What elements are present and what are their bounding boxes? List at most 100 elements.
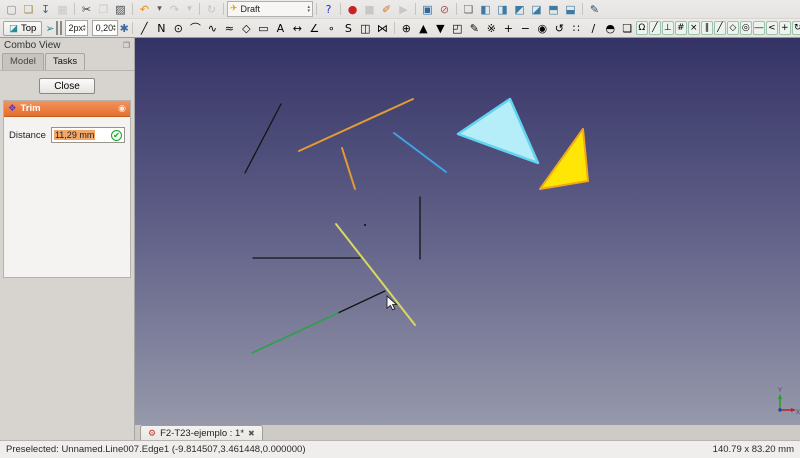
panel-float-icon[interactable]: ❐ [123,41,130,50]
yellow-line-long[interactable] [336,224,415,325]
line-color-swatch[interactable] [56,21,58,35]
snap-dimensions-button[interactable]: ― [753,21,765,35]
view-axonometric-button[interactable]: ◧ [477,2,494,17]
yellow-triangle[interactable] [540,129,588,189]
draft-mirror-button[interactable]: ⋈ [374,21,391,36]
refresh-button[interactable]: ↻ [203,2,220,17]
cyan-triangle[interactable] [458,99,538,163]
construction-mode-button[interactable]: ✱ [120,21,129,36]
snap-endpoint-button[interactable]: ╱ [649,21,661,35]
tab-model[interactable]: Model [2,53,44,70]
snap-parallel-button[interactable]: ∥ [701,21,713,35]
view-top-button[interactable]: ◩ [511,2,528,17]
snap-grid-button[interactable]: # [675,21,687,35]
draft-shapestring-button[interactable]: S [340,21,357,36]
view-right-button[interactable]: ◪ [528,2,545,17]
draft-shape-2d-view-button[interactable]: ◉ [534,21,551,36]
green-line[interactable] [252,313,338,353]
undo-button[interactable]: ↶ [136,2,153,17]
draft-point-button[interactable]: ∘ [323,21,340,36]
distance-input[interactable]: 11,29 mm ✔ [51,127,125,143]
draft-circle-button[interactable]: ⊙ [170,21,187,36]
working-plane-button[interactable]: ◪ Top [3,21,42,36]
snap-angle-button[interactable]: < [766,21,778,35]
macro-stop-button[interactable]: ■ [361,2,378,17]
paste-button[interactable]: ▨ [112,2,129,17]
text-scale-spinner[interactable]: 0,20 ▴▾ [92,20,118,36]
draft-clone-button[interactable]: ❏ [619,21,636,36]
blue-line[interactable] [394,133,446,172]
macro-record-button[interactable]: ● [344,2,361,17]
cut-button[interactable]: ✂ [78,2,95,17]
orange-line-short[interactable] [342,148,355,189]
draft-downgrade-button[interactable]: ▼ [432,21,449,36]
snap-intersection-button[interactable]: × [688,21,700,35]
draft-bspline-button[interactable]: ∿ [204,21,221,36]
snap-lock-button[interactable]: Ω [636,21,648,35]
view-bottom-button[interactable]: ⬓ [562,2,579,17]
undo-dropdown-button[interactable]: ▾ [153,2,166,17]
point-object[interactable] [364,224,366,226]
measure-distance-button[interactable]: ✎ [586,2,603,17]
draft-polygon-button[interactable]: ◇ [238,21,255,36]
draft-array-button[interactable]: ∷ [568,21,585,36]
black-line-diagonal[interactable] [338,291,385,313]
save-file-button[interactable]: ↧ [37,2,54,17]
snap-ortho-button[interactable]: ↻ [792,21,800,35]
tab-close-icon[interactable]: ✖ [248,429,255,438]
copy-button[interactable]: ❐ [95,2,112,17]
draft-move-button[interactable]: ⊕ [398,21,415,36]
toolbar-separator [582,3,583,15]
view-front-button[interactable]: ◨ [494,2,511,17]
3d-viewport[interactable]: XY [135,38,800,425]
draft-add-point-button[interactable]: + [500,21,517,36]
print-button[interactable]: ▦ [54,2,71,17]
debug-macro-button[interactable]: ▣ [419,2,436,17]
snap-near-button[interactable]: ╱ [714,21,726,35]
draft-line-button[interactable]: ╱ [136,21,153,36]
draft-edit-button[interactable]: ✎ [466,21,483,36]
spinner-arrows-icon[interactable]: ▴▾ [113,24,117,32]
whats-this-button[interactable]: ? [320,2,337,17]
snap-center-button[interactable]: ◇ [727,21,739,35]
snap-midpoint-button[interactable]: + [779,21,791,35]
macro-execute-button[interactable]: ▶ [395,2,412,17]
draft-del-point-button[interactable]: − [517,21,534,36]
snap-perpendicular-button[interactable]: ⊥ [662,21,674,35]
draft-bezier-button[interactable]: ≈ [221,21,238,36]
redo-button[interactable]: ↷ [166,2,183,17]
black-line-1[interactable] [245,104,281,173]
tab-tasks[interactable]: Tasks [45,53,85,70]
draft-trimex-button[interactable]: ※ [483,21,500,36]
line-width-spinner[interactable]: 2px ▴▾ [65,20,88,36]
new-file-button[interactable]: ▢ [3,2,20,17]
draft-slope-button[interactable]: ∕ [585,21,602,36]
macro-dialog-button[interactable]: ✐ [378,2,395,17]
open-file-button[interactable]: ❏ [20,2,37,17]
draft-upgrade-button[interactable]: ▲ [415,21,432,36]
workbench-dropdown-arrows-icon[interactable]: ▴▾ [307,5,310,13]
set-working-plane-button[interactable]: ➢ [45,21,54,36]
draft-arc-button[interactable]: ⌒ [187,21,204,36]
draft-dimension-button[interactable]: ↔ [289,21,306,36]
draft-angle-dimension-button[interactable]: ∠ [306,21,323,36]
spinner-arrows-icon[interactable]: ▴▾ [83,24,87,32]
close-task-button[interactable]: Close [39,78,95,94]
stop-debugging-button[interactable]: ⊘ [436,2,453,17]
view-fit-all-button[interactable]: ❏ [460,2,477,17]
snap-extension-button[interactable]: ◎ [740,21,752,35]
workbench-selector[interactable]: ✈ Draft ▴▾ [227,1,313,17]
draft-text-button[interactable]: A [272,21,289,36]
draft-facebinder-button[interactable]: ◫ [357,21,374,36]
draft-rectangle-button[interactable]: ▭ [255,21,272,36]
draft-toggle-display-button[interactable]: ◓ [602,21,619,36]
draft-scale-button[interactable]: ◰ [449,21,466,36]
draft-to-sketch-button[interactable]: ↺ [551,21,568,36]
draft-wire-button[interactable]: N [153,21,170,36]
document-tab[interactable]: ⚙ F2-T23-ejemplo : 1* ✖ [140,425,263,441]
view-rear-button[interactable]: ⬒ [545,2,562,17]
orange-line-long[interactable] [299,99,413,151]
face-color-swatch[interactable] [60,21,62,35]
redo-dropdown-button[interactable]: ▾ [183,2,196,17]
task-help-icon[interactable]: ◉ [118,104,126,114]
